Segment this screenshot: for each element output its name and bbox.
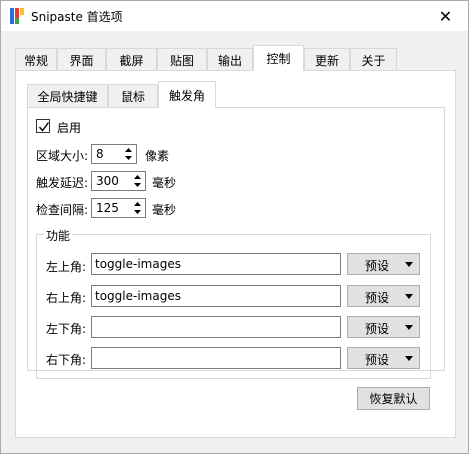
preferences-window: Snipaste 首选项 ✕ 常规 界面 截屏 贴图 输出 控制 更新 关于 全… xyxy=(0,0,469,454)
tab-about[interactable]: 关于 xyxy=(350,48,397,72)
top-left-corner-label: 左上角: xyxy=(46,260,87,274)
dropdown-caret-icon xyxy=(405,262,413,267)
check-interval-label: 检查间隔: xyxy=(36,203,89,217)
tab-interface[interactable]: 界面 xyxy=(57,48,106,72)
area-size-label: 区域大小: xyxy=(36,149,89,163)
enable-label: 启用 xyxy=(57,121,82,135)
top-left-corner-input[interactable]: toggle-images xyxy=(91,253,341,275)
trigger-delay-spinbox[interactable]: 300 xyxy=(91,171,146,191)
top-right-corner-input[interactable]: toggle-images xyxy=(91,285,341,307)
area-size-spinbox[interactable]: 8 xyxy=(91,144,137,164)
bottom-left-preset-button[interactable]: 预设 xyxy=(347,316,420,338)
check-interval-spinbox[interactable]: 125 xyxy=(91,198,146,218)
enable-checkbox[interactable] xyxy=(36,119,50,133)
bottom-right-corner-label: 右下角: xyxy=(46,353,87,367)
tab-control[interactable]: 控制 xyxy=(253,45,304,71)
restore-defaults-button[interactable]: 恢复默认 xyxy=(357,387,430,410)
tab-general[interactable]: 常规 xyxy=(15,48,57,72)
area-size-unit: 像素 xyxy=(145,149,170,163)
dropdown-caret-icon xyxy=(405,325,413,330)
subtab-global-hotkeys[interactable]: 全局快捷键 xyxy=(27,84,108,107)
bottom-left-corner-input[interactable] xyxy=(91,316,341,338)
spin-down-icon[interactable] xyxy=(130,208,144,216)
check-interval-unit: 毫秒 xyxy=(152,203,177,217)
spin-up-icon[interactable] xyxy=(121,146,135,154)
window-title: Snipaste 首选项 xyxy=(31,10,123,24)
dropdown-caret-icon xyxy=(405,294,413,299)
top-left-preset-button[interactable]: 预设 xyxy=(347,253,420,275)
spin-down-icon[interactable] xyxy=(121,154,135,162)
spin-down-icon[interactable] xyxy=(130,181,144,189)
bottom-right-corner-input[interactable] xyxy=(91,347,341,369)
tab-update[interactable]: 更新 xyxy=(304,48,350,72)
top-right-corner-label: 右上角: xyxy=(46,291,87,305)
bottom-right-preset-button[interactable]: 预设 xyxy=(347,347,420,369)
spin-up-icon[interactable] xyxy=(130,200,144,208)
spin-up-icon[interactable] xyxy=(130,173,144,181)
dropdown-caret-icon xyxy=(405,356,413,361)
top-right-preset-button[interactable]: 预设 xyxy=(347,285,420,307)
tab-capture[interactable]: 截屏 xyxy=(106,48,157,72)
title-bar: Snipaste 首选项 ✕ xyxy=(1,1,468,31)
subtab-hot-corners[interactable]: 触发角 xyxy=(158,81,216,108)
checkmark-icon xyxy=(38,122,50,132)
trigger-delay-unit: 毫秒 xyxy=(152,176,177,190)
tab-paste[interactable]: 贴图 xyxy=(157,48,207,72)
close-icon: ✕ xyxy=(438,6,453,26)
close-button[interactable]: ✕ xyxy=(423,1,468,31)
function-group-title: 功能 xyxy=(44,227,73,244)
trigger-delay-label: 触发延迟: xyxy=(36,176,89,190)
snipaste-logo-icon xyxy=(10,8,24,24)
tab-output[interactable]: 输出 xyxy=(207,48,253,72)
subtab-mouse[interactable]: 鼠标 xyxy=(108,84,158,107)
bottom-left-corner-label: 左下角: xyxy=(46,322,87,336)
